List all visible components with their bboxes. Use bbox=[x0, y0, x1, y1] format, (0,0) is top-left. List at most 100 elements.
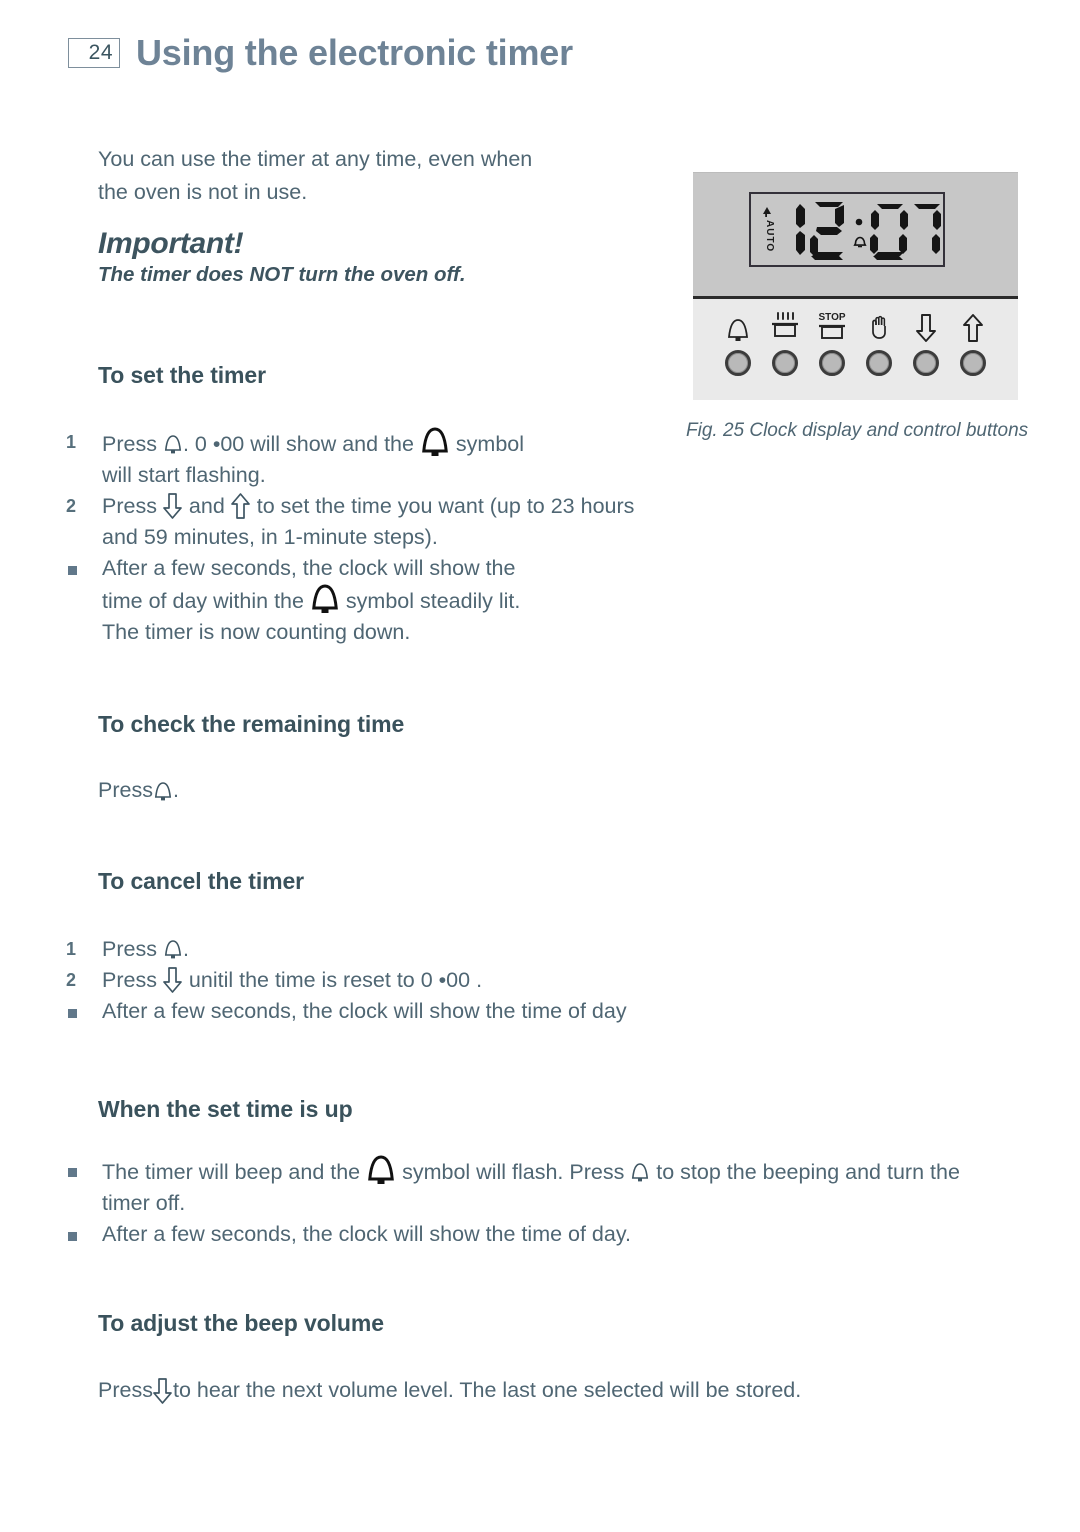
stop-time-button-dot[interactable] bbox=[819, 350, 845, 376]
period: . bbox=[172, 778, 179, 802]
step-text-part: Press bbox=[102, 494, 163, 518]
arrow-up-icon bbox=[962, 307, 984, 343]
step-text: Press . 0 •00 will show and the symbol w… bbox=[102, 427, 676, 491]
arrow-down-icon bbox=[915, 307, 937, 343]
press-label: Press bbox=[98, 1378, 153, 1402]
step-text-line: time of day within the symbol steadily l… bbox=[102, 584, 676, 617]
page-number-box: 24 bbox=[68, 38, 120, 68]
lcd-segments: AUTO bbox=[763, 202, 941, 260]
heading-time-up: When the set time is up bbox=[98, 1096, 353, 1122]
bell-button-dot[interactable] bbox=[725, 350, 751, 376]
arrow-down-icon bbox=[163, 966, 183, 994]
step-text: After a few seconds, the clock will show… bbox=[102, 999, 627, 1023]
page-title: Using the electronic timer bbox=[136, 32, 573, 73]
bell-solid-icon bbox=[420, 427, 450, 459]
bullet-text: After a few seconds, the clock will show… bbox=[102, 1222, 631, 1246]
bullet-text: The timer will beep and the symbol will … bbox=[102, 1155, 996, 1219]
list-item: 1 Press . 0 •00 will show and the symbol… bbox=[66, 427, 676, 491]
list-item: After a few seconds, the clock will show… bbox=[66, 553, 676, 648]
stop-time-button[interactable]: STOP bbox=[813, 307, 851, 376]
lcd-display: AUTO bbox=[749, 192, 945, 267]
increase-button-dot[interactable] bbox=[960, 350, 986, 376]
step-text: Press unitil the time is reset to 0 •00 … bbox=[102, 965, 706, 996]
instruction-text: to hear the next volume level. The last … bbox=[172, 1378, 802, 1402]
arrow-down-icon bbox=[153, 1377, 173, 1405]
heading-check-remaining-time: To check the remaining time bbox=[98, 711, 405, 737]
step-text: After a few seconds, the clock will show… bbox=[102, 553, 676, 648]
step-text-part: Press bbox=[102, 937, 163, 961]
set-timer-steps: 1 Press . 0 •00 will show and the symbol… bbox=[66, 427, 676, 648]
step-text-part: The timer is now counting down. bbox=[102, 620, 411, 644]
step-text-part: time of day within the bbox=[102, 589, 310, 613]
bullet-text-part: symbol will flash. Press bbox=[396, 1160, 631, 1184]
bell-outline-icon bbox=[163, 938, 183, 960]
step-text-part: to set the time you want (up to 23 hours bbox=[250, 494, 635, 518]
cook-time-button[interactable] bbox=[766, 307, 804, 376]
manual-hand-button-dot[interactable] bbox=[866, 350, 892, 376]
important-title: Important! bbox=[98, 227, 244, 260]
control-buttons-row: STOP bbox=[693, 307, 1018, 376]
cook-time-button-dot[interactable] bbox=[772, 350, 798, 376]
stop-pot-icon: STOP bbox=[813, 307, 851, 343]
step-text-part: . bbox=[182, 937, 189, 961]
bullet-text-part: timer off. bbox=[102, 1191, 186, 1215]
list-item: 1 Press . bbox=[66, 934, 706, 965]
hand-icon bbox=[867, 307, 891, 343]
bell-outline-icon bbox=[630, 1161, 650, 1183]
step-text-part: Press bbox=[102, 432, 163, 456]
bell-outline-icon bbox=[163, 433, 183, 455]
check-time-instruction: Press . bbox=[98, 775, 179, 806]
list-item: The timer will beep and the symbol will … bbox=[66, 1155, 996, 1219]
clock-figure: AUTO STOP bbox=[693, 172, 1018, 400]
cancel-timer-steps: 1 Press . 2 Press unitil the time is res… bbox=[66, 934, 706, 1027]
list-item: After a few seconds, the clock will show… bbox=[66, 1219, 996, 1250]
important-subtitle: The timer does NOT turn the oven off. bbox=[98, 263, 466, 286]
svg-text:AUTO: AUTO bbox=[764, 220, 775, 252]
step-text-part: Press bbox=[102, 968, 163, 992]
time-up-list: The timer will beep and the symbol will … bbox=[66, 1155, 996, 1250]
figure-caption: Fig. 25 Clock display and control button… bbox=[686, 420, 1029, 441]
bullet-text-part: The timer will beep and the bbox=[102, 1160, 367, 1184]
heading-set-timer: To set the timer bbox=[98, 362, 266, 388]
bell-outline-icon bbox=[153, 780, 173, 802]
step-marker: 1 bbox=[66, 939, 77, 959]
step-text-part: and 59 minutes, in 1-minute steps). bbox=[102, 525, 438, 549]
step-marker: 1 bbox=[66, 432, 77, 452]
list-item: After a few seconds, the clock will show… bbox=[66, 996, 706, 1027]
bullet-text-part: to stop the beeping and turn the bbox=[650, 1160, 960, 1184]
step-text-part: symbol steadily lit. bbox=[339, 589, 521, 613]
step-marker: 2 bbox=[66, 496, 77, 516]
cooking-pot-steam-icon bbox=[770, 307, 800, 343]
list-item: 2 Press and to set the time you want (up… bbox=[66, 491, 676, 553]
heading-beep-volume: To adjust the beep volume bbox=[98, 1310, 384, 1336]
stop-label: STOP bbox=[818, 312, 845, 323]
page-number: 24 bbox=[88, 41, 113, 64]
step-text-part: unitil the time is reset to 0 •00 . bbox=[182, 968, 483, 992]
step-text-part: will start flashing. bbox=[102, 463, 266, 487]
decrease-button-dot[interactable] bbox=[913, 350, 939, 376]
bell-solid-icon bbox=[366, 1155, 396, 1187]
arrow-up-icon bbox=[230, 492, 251, 520]
step-marker: 2 bbox=[66, 970, 77, 990]
bell-icon bbox=[726, 307, 750, 343]
arrow-down-icon bbox=[163, 492, 183, 520]
step-text-part: symbol bbox=[449, 432, 525, 456]
bell-button[interactable] bbox=[719, 307, 757, 376]
heading-cancel-timer: To cancel the timer bbox=[98, 868, 305, 894]
press-label: Press bbox=[98, 778, 153, 802]
decrease-button[interactable] bbox=[907, 307, 945, 376]
bullet-text-line: The timer will beep and the symbol will … bbox=[102, 1155, 996, 1188]
intro-text: You can use the timer at any time, even … bbox=[98, 147, 533, 204]
increase-button[interactable] bbox=[954, 307, 992, 376]
list-item: 2 Press unitil the time is reset to 0 •0… bbox=[66, 965, 706, 996]
step-text-part: and bbox=[182, 494, 231, 518]
bell-solid-icon bbox=[310, 584, 340, 616]
intro-block: You can use the timer at any time, even … bbox=[98, 143, 678, 287]
page-header: 24 Using the electronic timer bbox=[68, 32, 573, 74]
beep-volume-instruction: Press to hear the next volume level. The… bbox=[98, 1375, 801, 1406]
step-text: Press and to set the time you want (up t… bbox=[102, 491, 676, 553]
step-text: Press . bbox=[102, 934, 706, 965]
step-text-part: . 0 •00 will show and the bbox=[182, 432, 420, 456]
step-text-part: After a few seconds, the clock will show… bbox=[102, 556, 516, 580]
manual-hand-button[interactable] bbox=[860, 307, 898, 376]
